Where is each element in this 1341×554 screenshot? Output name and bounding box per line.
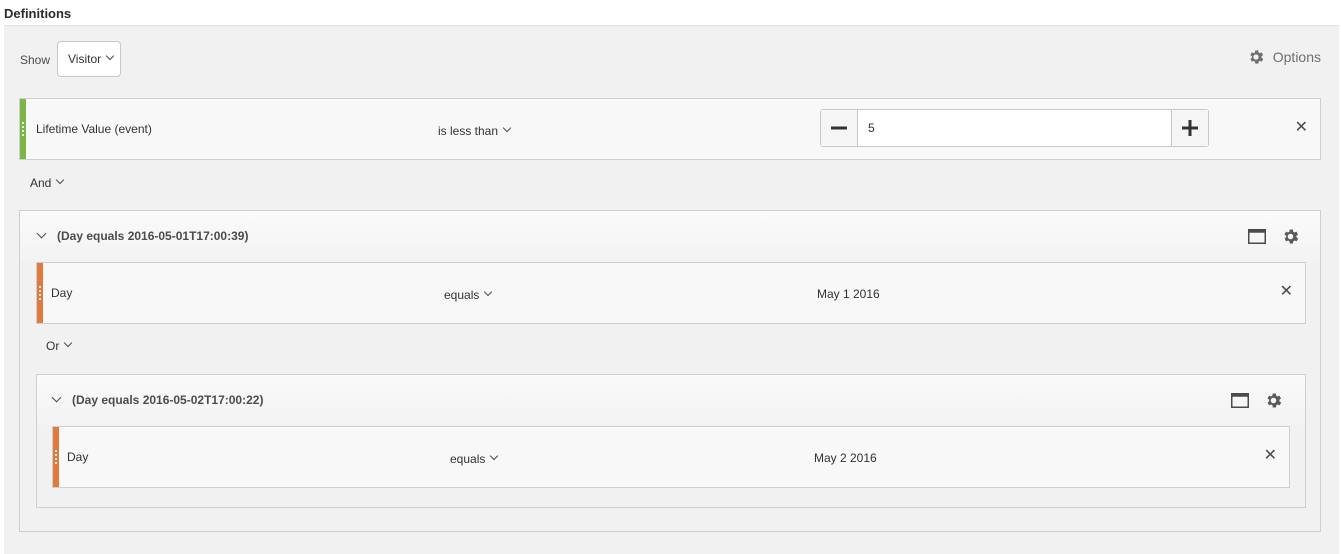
window-icon[interactable]	[1248, 229, 1266, 244]
and-connector-dropdown[interactable]: And	[30, 175, 65, 190]
options-button[interactable]: Options	[1247, 48, 1321, 66]
gear-icon[interactable]	[1281, 227, 1300, 246]
close-icon[interactable]: ✕	[1280, 284, 1293, 300]
value-stepper: 5	[820, 109, 1209, 147]
show-dropdown-value: Visitor	[68, 52, 102, 66]
rule-operator-label: equals	[450, 452, 486, 466]
container-title-text: (Day equals 2016-05-02T17:00:22)	[72, 393, 264, 407]
definitions-panel: Show Visitor Options Lifetime Value (eve…	[4, 25, 1339, 554]
definitions-title: Definitions	[4, 6, 72, 21]
value-input[interactable]: 5	[858, 110, 1171, 146]
collapse-chevron-icon[interactable]	[51, 392, 62, 402]
rule-operator-label: equals	[444, 288, 480, 302]
gear-icon[interactable]	[1264, 391, 1283, 410]
chevron-down-icon	[484, 287, 493, 297]
close-icon[interactable]: ✕	[1264, 448, 1277, 464]
container-title: (Day equals 2016-05-02T17:00:22)	[51, 392, 264, 407]
rule-color-bar[interactable]	[37, 263, 43, 323]
options-label: Options	[1272, 49, 1321, 65]
collapse-chevron-icon[interactable]	[36, 228, 47, 238]
chevron-down-icon	[490, 451, 499, 461]
rule-color-bar[interactable]	[53, 427, 59, 487]
rule-day-may2: Day equals May 2 2016 ✕	[52, 426, 1290, 488]
rule-value-label[interactable]: May 1 2016	[817, 287, 880, 301]
close-icon[interactable]: ✕	[1295, 120, 1308, 136]
container-title-text: (Day equals 2016-05-01T17:00:39)	[57, 229, 249, 243]
chevron-down-icon	[105, 51, 115, 61]
container-day-may2: (Day equals 2016-05-02T17:00:22) Day equ…	[36, 374, 1306, 508]
rule-color-bar[interactable]	[20, 99, 26, 159]
container-day-may1: (Day equals 2016-05-01T17:00:39) Day equ…	[19, 210, 1321, 532]
rule-lifetime-value: Lifetime Value (event) is less than 5 ✕	[19, 98, 1321, 160]
rule-operator-label: is less than	[438, 124, 499, 138]
or-connector-dropdown[interactable]: Or	[46, 338, 73, 353]
or-connector-label: Or	[46, 339, 60, 353]
chevron-down-icon	[64, 338, 73, 348]
increment-button[interactable]	[1171, 110, 1208, 146]
drag-handle-icon[interactable]	[22, 122, 24, 136]
container-title: (Day equals 2016-05-01T17:00:39)	[36, 228, 249, 243]
gear-icon	[1250, 50, 1264, 64]
drag-handle-icon[interactable]	[39, 286, 41, 300]
chevron-down-icon	[502, 123, 512, 133]
decrement-button[interactable]	[821, 110, 858, 146]
window-icon[interactable]	[1231, 393, 1249, 408]
rule-operator-dropdown[interactable]: equals	[444, 287, 493, 302]
rule-day-may1: Day equals May 1 2016 ✕	[36, 262, 1306, 324]
rule-dimension-label: Lifetime Value (event)	[36, 122, 152, 136]
rule-value-label[interactable]: May 2 2016	[814, 451, 877, 465]
chevron-down-icon	[56, 175, 65, 185]
value-input-text: 5	[868, 121, 875, 135]
drag-handle-icon[interactable]	[55, 450, 57, 464]
show-label: Show	[20, 53, 51, 67]
rule-operator-dropdown[interactable]: is less than	[438, 123, 512, 138]
show-dropdown[interactable]: Visitor	[57, 41, 121, 77]
rule-dimension-label: Day	[51, 286, 73, 300]
plus-icon	[1182, 120, 1198, 136]
rule-operator-dropdown[interactable]: equals	[450, 451, 499, 466]
rule-dimension-label: Day	[67, 450, 89, 464]
and-connector-label: And	[30, 176, 52, 190]
minus-icon	[831, 126, 847, 130]
